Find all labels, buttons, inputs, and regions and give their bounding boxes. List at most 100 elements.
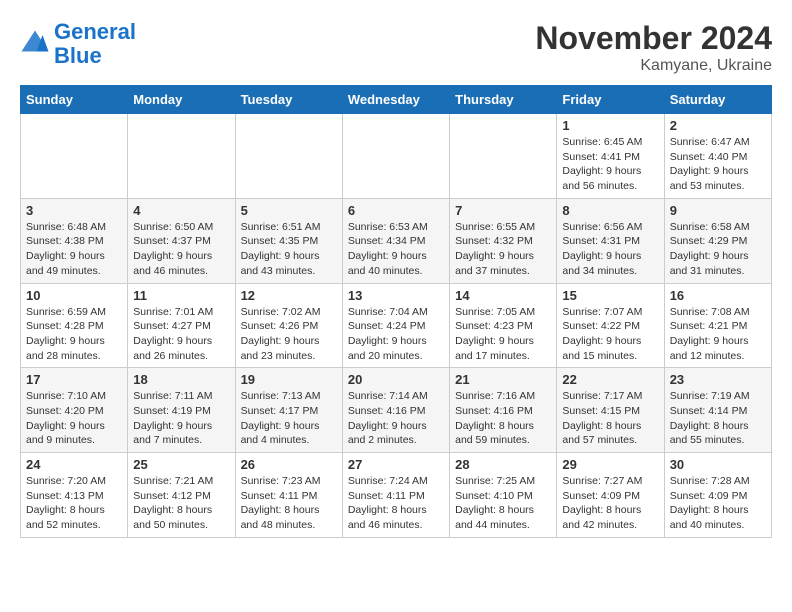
logo: General Blue [20,20,136,68]
day-info: Sunrise: 7:07 AMSunset: 4:22 PMDaylight:… [562,305,658,364]
calendar-cell: 13Sunrise: 7:04 AMSunset: 4:24 PMDayligh… [342,283,449,368]
day-info: Sunrise: 7:13 AMSunset: 4:17 PMDaylight:… [241,389,337,448]
day-number: 29 [562,457,658,472]
day-info: Sunrise: 7:11 AMSunset: 4:19 PMDaylight:… [133,389,229,448]
weekday-header-friday: Friday [557,86,664,114]
day-info: Sunrise: 6:56 AMSunset: 4:31 PMDaylight:… [562,220,658,279]
month-title: November 2024 [535,20,772,57]
day-number: 12 [241,288,337,303]
calendar-cell: 27Sunrise: 7:24 AMSunset: 4:11 PMDayligh… [342,453,449,538]
day-number: 16 [670,288,766,303]
calendar-cell: 29 Sunrise: 7:27 AMSunset: 4:09 PMDayligh… [557,453,664,538]
day-info: Sunrise: 6:53 AMSunset: 4:34 PMDaylight:… [348,220,444,279]
calendar-cell: 10 Sunrise: 6:59 AMSunset: 4:28 PMDayligh… [21,283,128,368]
calendar-cell [128,114,235,199]
day-number: 2 [670,118,766,133]
calendar-cell: 22 Sunrise: 7:17 AMSunset: 4:15 PMDayligh… [557,368,664,453]
day-info: Sunrise: 7:01 AMSunset: 4:27 PMDaylight:… [133,305,229,364]
weekday-header-wednesday: Wednesday [342,86,449,114]
day-number: 5 [241,203,337,218]
day-number: 23 [670,372,766,387]
day-number: 7 [455,203,551,218]
day-number: 21 [455,372,551,387]
day-number: 28 [455,457,551,472]
day-number: 26 [241,457,337,472]
day-info: Sunrise: 7:19 AMSunset: 4:14 PMDaylight:… [670,389,766,448]
weekday-header-thursday: Thursday [450,86,557,114]
day-info: Sunrise: 6:58 AMSunset: 4:29 PMDaylight:… [670,220,766,279]
calendar-cell: 23 Sunrise: 7:19 AMSunset: 4:14 PMDayligh… [664,368,771,453]
weekday-header-row: SundayMondayTuesdayWednesdayThursdayFrid… [21,86,772,114]
calendar-week-3: 10 Sunrise: 6:59 AMSunset: 4:28 PMDayligh… [21,283,772,368]
calendar-cell: 7 Sunrise: 6:55 AMSunset: 4:32 PMDaylight… [450,198,557,283]
logo-icon [20,29,50,59]
day-number: 27 [348,457,444,472]
calendar-cell [21,114,128,199]
calendar-cell: 3 Sunrise: 6:48 AMSunset: 4:38 PMDaylight… [21,198,128,283]
day-number: 14 [455,288,551,303]
calendar-cell: 21 Sunrise: 7:16 AMSunset: 4:16 PMDayligh… [450,368,557,453]
day-info: Sunrise: 6:59 AMSunset: 4:28 PMDaylight:… [26,305,122,364]
day-info: Sunrise: 7:27 AMSunset: 4:09 PMDaylight:… [562,474,658,533]
day-info: Sunrise: 7:16 AMSunset: 4:16 PMDaylight:… [455,389,551,448]
calendar-cell: 14 Sunrise: 7:05 AMSunset: 4:23 PMDayligh… [450,283,557,368]
weekday-header-sunday: Sunday [21,86,128,114]
page-header: General Blue November 2024 Kamyane, Ukra… [20,20,772,75]
day-number: 25 [133,457,229,472]
calendar-cell: 2 Sunrise: 6:47 AMSunset: 4:40 PMDaylight… [664,114,771,199]
day-number: 22 [562,372,658,387]
day-number: 11 [133,288,229,303]
calendar-cell: 26 Sunrise: 7:23 AMSunset: 4:11 PMDayligh… [235,453,342,538]
day-number: 24 [26,457,122,472]
day-number: 8 [562,203,658,218]
calendar-table: SundayMondayTuesdayWednesdayThursdayFrid… [20,85,772,538]
day-info: Sunrise: 7:08 AMSunset: 4:21 PMDaylight:… [670,305,766,364]
day-info: Sunrise: 7:20 AMSunset: 4:13 PMDaylight:… [26,474,122,533]
day-number: 6 [348,203,444,218]
calendar-week-2: 3 Sunrise: 6:48 AMSunset: 4:38 PMDaylight… [21,198,772,283]
day-info: Sunrise: 6:51 AMSunset: 4:35 PMDaylight:… [241,220,337,279]
day-info: Sunrise: 7:23 AMSunset: 4:11 PMDaylight:… [241,474,337,533]
day-info: Sunrise: 6:55 AMSunset: 4:32 PMDaylight:… [455,220,551,279]
calendar-cell: 25 Sunrise: 7:21 AMSunset: 4:12 PMDayligh… [128,453,235,538]
day-number: 15 [562,288,658,303]
day-info: Sunrise: 7:14 AMSunset: 4:16 PMDaylight:… [348,389,444,448]
day-info: Sunrise: 6:47 AMSunset: 4:40 PMDaylight:… [670,135,766,194]
day-info: Sunrise: 6:48 AMSunset: 4:38 PMDaylight:… [26,220,122,279]
calendar-cell [450,114,557,199]
logo-line1: General [54,19,136,44]
day-info: Sunrise: 7:05 AMSunset: 4:23 PMDaylight:… [455,305,551,364]
calendar-cell: 12 Sunrise: 7:02 AMSunset: 4:26 PMDayligh… [235,283,342,368]
day-number: 13 [348,288,444,303]
calendar-cell [235,114,342,199]
location: Kamyane, Ukraine [535,57,772,75]
calendar-cell: 6 Sunrise: 6:53 AMSunset: 4:34 PMDaylight… [342,198,449,283]
weekday-header-tuesday: Tuesday [235,86,342,114]
title-block: November 2024 Kamyane, Ukraine [535,20,772,75]
day-number: 9 [670,203,766,218]
day-info: Sunrise: 7:02 AMSunset: 4:26 PMDaylight:… [241,305,337,364]
day-number: 10 [26,288,122,303]
calendar-cell: 16 Sunrise: 7:08 AMSunset: 4:21 PMDayligh… [664,283,771,368]
calendar-cell [342,114,449,199]
day-info: Sunrise: 7:10 AMSunset: 4:20 PMDaylight:… [26,389,122,448]
day-info: Sunrise: 6:45 AMSunset: 4:41 PMDaylight:… [562,135,658,194]
day-info: Sunrise: 7:25 AMSunset: 4:10 PMDaylight:… [455,474,551,533]
calendar-cell: 18 Sunrise: 7:11 AMSunset: 4:19 PMDayligh… [128,368,235,453]
calendar-cell: 8 Sunrise: 6:56 AMSunset: 4:31 PMDaylight… [557,198,664,283]
logo-line2: Blue [54,43,102,68]
day-info: Sunrise: 7:28 AMSunset: 4:09 PMDaylight:… [670,474,766,533]
calendar-cell: 19Sunrise: 7:13 AMSunset: 4:17 PMDayligh… [235,368,342,453]
calendar-cell: 15 Sunrise: 7:07 AMSunset: 4:22 PMDayligh… [557,283,664,368]
calendar-week-1: 1Sunrise: 6:45 AMSunset: 4:41 PMDaylight… [21,114,772,199]
day-number: 17 [26,372,122,387]
calendar-cell: 24 Sunrise: 7:20 AMSunset: 4:13 PMDayligh… [21,453,128,538]
calendar-cell: 9 Sunrise: 6:58 AMSunset: 4:29 PMDaylight… [664,198,771,283]
day-info: Sunrise: 7:17 AMSunset: 4:15 PMDaylight:… [562,389,658,448]
day-number: 3 [26,203,122,218]
day-number: 30 [670,457,766,472]
calendar-week-4: 17 Sunrise: 7:10 AMSunset: 4:20 PMDayligh… [21,368,772,453]
calendar-cell: 30 Sunrise: 7:28 AMSunset: 4:09 PMDayligh… [664,453,771,538]
day-number: 18 [133,372,229,387]
day-info: Sunrise: 7:21 AMSunset: 4:12 PMDaylight:… [133,474,229,533]
